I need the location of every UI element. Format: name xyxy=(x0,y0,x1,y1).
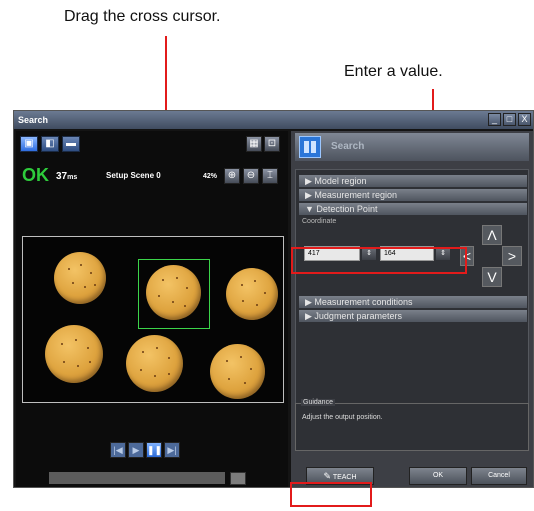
cracker xyxy=(54,252,106,304)
guidance-box: Guidance Adjust the output position. xyxy=(295,399,529,451)
status-button[interactable] xyxy=(230,472,246,485)
section-model-region[interactable]: ▶ Model region xyxy=(299,175,527,187)
teach-label: TEACH xyxy=(332,474,357,481)
zoom-level: 42% xyxy=(203,173,218,180)
cracker xyxy=(126,335,183,392)
settings-header: Search xyxy=(295,133,529,161)
fit-icon[interactable]: ⌶ xyxy=(262,168,278,184)
cancel-button[interactable]: Cancel xyxy=(471,467,527,485)
arrow-right-button[interactable]: > xyxy=(502,246,522,266)
arrow-down-button[interactable]: V xyxy=(482,267,502,287)
minimize-button[interactable]: _ xyxy=(488,113,501,126)
guidance-label: Guidance xyxy=(301,399,335,406)
next-icon[interactable]: ▶| xyxy=(164,442,180,458)
window-titlebar: Search xyxy=(14,111,533,129)
image-pane: ▣ ◧ ▬ ▦ ⊡ OK 37ms Setup Scene 0 42% ⊕ ⊖ … xyxy=(16,131,288,487)
section-measurement-conditions[interactable]: ▶ Measurement conditions xyxy=(299,296,527,308)
cracker xyxy=(226,268,278,320)
settings-title: Search xyxy=(331,141,365,152)
play-icon[interactable]: ▶ xyxy=(128,442,144,458)
search-window: Search _ □ X ▣ ◧ ▬ ▦ ⊡ OK 37ms Setup Sce… xyxy=(13,110,534,488)
guidance-text: Adjust the output position. xyxy=(302,414,383,421)
arrow-up-button[interactable]: Λ xyxy=(482,225,502,245)
measurement-region-box[interactable] xyxy=(138,259,210,329)
coordinate-highlight xyxy=(291,247,467,274)
pause-icon[interactable]: ❚❚ xyxy=(146,442,162,458)
camera-icon[interactable]: ◧ xyxy=(41,136,59,152)
camera-image[interactable] xyxy=(22,236,284,403)
enter-value-callout: Enter a value. xyxy=(344,63,443,80)
cracker xyxy=(210,344,265,399)
scene-label: Setup Scene 0 xyxy=(106,171,161,180)
close-button[interactable]: X xyxy=(518,113,531,126)
section-detection-point[interactable]: ▼ Detection Point xyxy=(299,203,527,215)
maximize-button[interactable]: □ xyxy=(503,113,516,126)
time-value: 37 xyxy=(56,171,68,182)
window-title: Search xyxy=(18,115,49,125)
pen-icon: ✎ xyxy=(323,471,331,481)
previous-icon[interactable]: |◀ xyxy=(110,442,126,458)
zoom-out-icon[interactable]: ⊖ xyxy=(243,168,259,184)
grid-icon[interactable]: ▦ xyxy=(246,136,262,152)
ok-button[interactable]: OK xyxy=(409,467,467,485)
section-measurement-region[interactable]: ▶ Measurement region xyxy=(299,189,527,201)
folder-icon[interactable]: ▬ xyxy=(62,136,80,152)
zoom-window-icon[interactable]: ⊡ xyxy=(264,136,280,152)
page: Drag the cross cursor. Enter a value. Se… xyxy=(0,0,534,511)
time-unit: ms xyxy=(67,174,78,181)
status-ok-label: OK xyxy=(22,165,49,185)
teach-highlight xyxy=(290,482,372,507)
coordinate-label: Coordinate xyxy=(302,218,337,225)
properties-panel: ▶ Model region ▶ Measurement region ▼ De… xyxy=(295,169,529,411)
section-judgment-parameters[interactable]: ▶ Judgment parameters xyxy=(299,310,527,322)
settings-pane: Search ▶ Model region ▶ Measurement regi… xyxy=(291,131,533,487)
monitor-icon[interactable]: ▣ xyxy=(20,136,38,152)
processing-time: 37ms xyxy=(56,171,77,182)
drag-cursor-callout: Drag the cross cursor. xyxy=(64,8,221,25)
cracker xyxy=(45,325,103,383)
zoom-in-icon[interactable]: ⊕ xyxy=(224,168,240,184)
status-bar xyxy=(49,472,225,484)
search-item-icon xyxy=(299,136,321,158)
